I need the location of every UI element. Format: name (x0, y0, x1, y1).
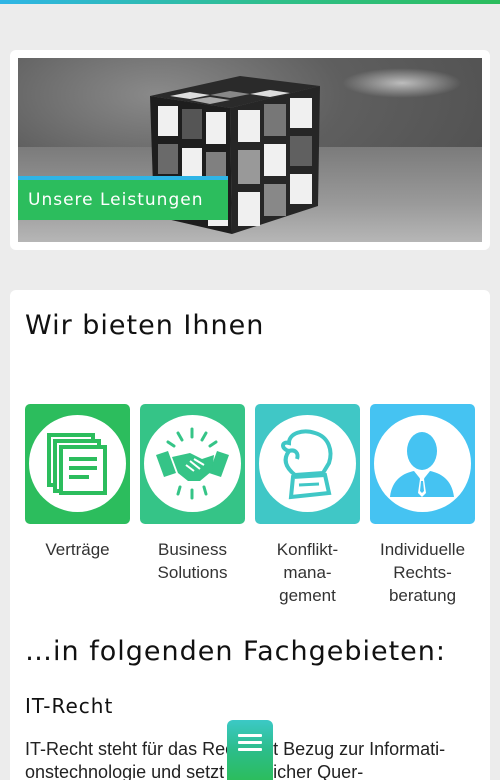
area-title: IT-Recht (25, 694, 114, 718)
menu-button[interactable] (227, 720, 273, 780)
content-card: Wir bieten Ihnen Verträge Business Solut… (10, 290, 490, 780)
top-accent-bar (0, 0, 500, 4)
section-heading: Wir bieten Ihnen (25, 310, 265, 341)
hero-card[interactable]: Unsere Leistungen (10, 50, 490, 250)
service-tile-business[interactable]: Business Solutions (140, 404, 245, 582)
service-label-advice: Individuelle Rechts-beratung (379, 540, 466, 605)
services-grid: Verträge Business Solutions Konflikt- ma… (25, 404, 475, 605)
service-tile-advice[interactable]: Individuelle Rechts-beratung (370, 404, 475, 605)
contract-icon (47, 433, 107, 495)
service-label-contracts: Verträge (45, 540, 110, 559)
lawyer-icon (390, 432, 454, 497)
hamburger-icon (238, 734, 262, 737)
areas-heading: …in folgenden Fachgebieten: (25, 636, 446, 667)
handshake-icon (156, 427, 229, 500)
hero-image: Unsere Leistungen (18, 58, 482, 242)
service-tile-conflict[interactable]: Konflikt-mana-gement (255, 404, 360, 605)
service-label-conflict: Konflikt-mana-gement (276, 540, 339, 605)
service-label-business: Business Solutions (157, 540, 228, 582)
boxing-glove-icon (281, 429, 333, 500)
hero-label[interactable]: Unsere Leistungen (18, 180, 228, 220)
service-tile-contracts[interactable]: Verträge (25, 404, 130, 559)
